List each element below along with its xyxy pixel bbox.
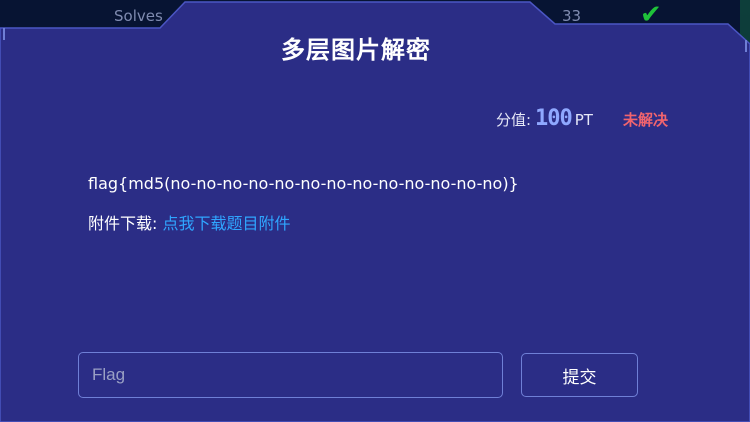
flag-input[interactable] xyxy=(78,352,503,398)
attachment-label: 附件下载: xyxy=(88,214,158,233)
attachment-row: 附件下载: 点我下载题目附件 xyxy=(88,210,291,234)
score-row: 分值: 100 PT 未解决 xyxy=(496,106,668,131)
attachment-download-link[interactable]: 点我下载题目附件 xyxy=(163,214,291,233)
challenge-description: flag{md5(no-no-no-no-no-no-no-no-no-no-n… xyxy=(88,174,519,193)
challenge-title: 多层图片解密 xyxy=(281,36,431,64)
score-unit: PT xyxy=(574,111,593,129)
screen: Solves 33 ✔ 多层图片解密 分值: 100 PT 未解决 flag{m… xyxy=(0,0,750,422)
status-badge: 未解决 xyxy=(622,111,668,129)
submit-button[interactable]: 提交 xyxy=(521,353,638,397)
score-label: 分值: xyxy=(495,111,532,129)
score-value: 100 xyxy=(535,106,573,131)
